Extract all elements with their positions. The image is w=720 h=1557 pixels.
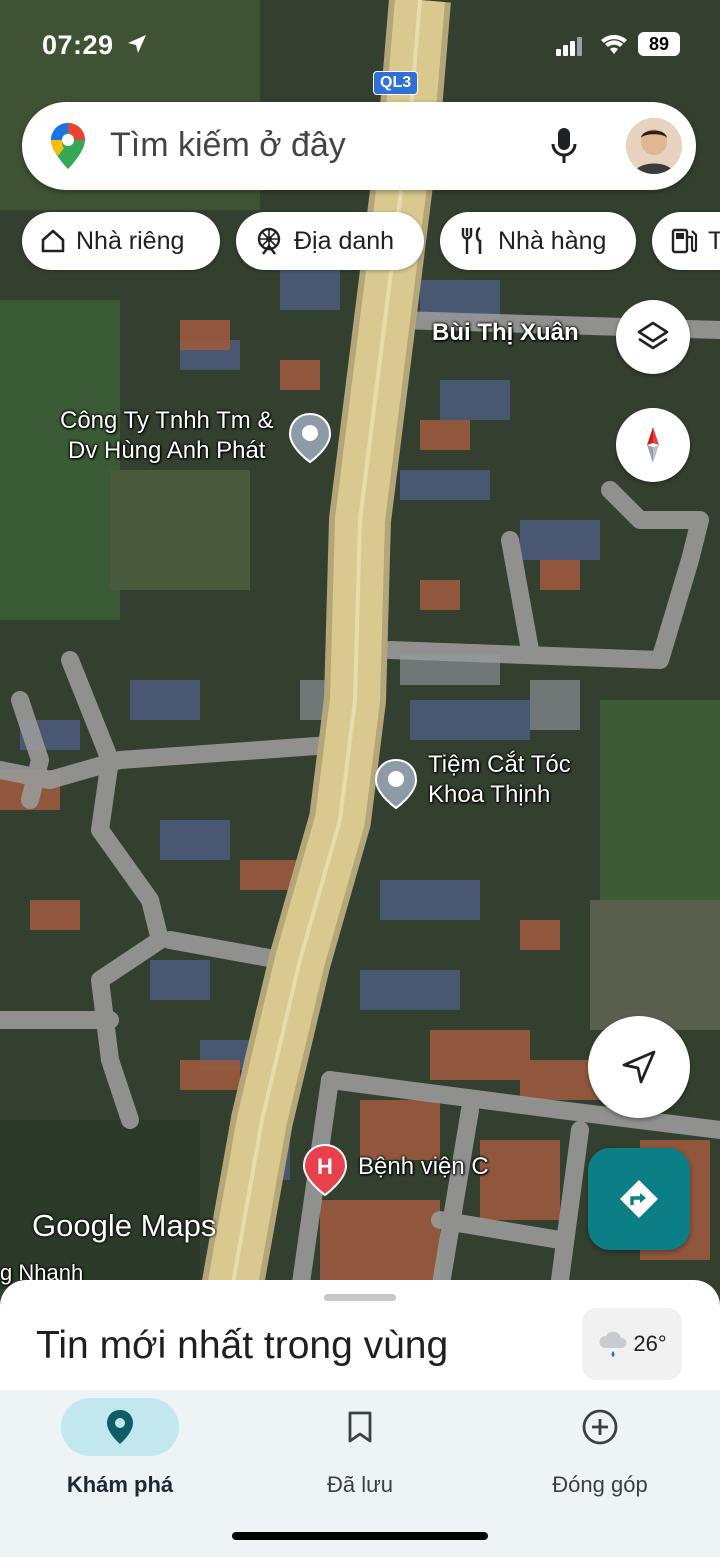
chip-landmark[interactable]: Địa danh xyxy=(236,212,424,270)
chip-label: Nhà hàng xyxy=(498,226,607,255)
add-circle-icon xyxy=(582,1409,618,1445)
chip-label: Địa danh xyxy=(294,226,395,255)
home-indicator[interactable] xyxy=(232,1532,488,1540)
sheet-drag-handle[interactable] xyxy=(324,1294,396,1301)
weather-chip[interactable]: 26° xyxy=(582,1308,682,1380)
navigation-arrow-icon xyxy=(622,1050,656,1084)
gas-station-icon xyxy=(671,228,698,254)
svg-text:H: H xyxy=(317,1154,333,1179)
cellular-signal-icon xyxy=(556,36,584,61)
weather-temperature: 26° xyxy=(633,1331,667,1356)
road-label-bui-thi-xuan: Bùi Thị Xuân xyxy=(432,319,579,346)
location-arrow-icon xyxy=(126,33,148,60)
place-name-line2: Dv Hùng Anh Phát xyxy=(68,437,266,464)
place-label-tiem-cat-toc[interactable]: Tiệm Cắt Tóc Khoa Thịnh xyxy=(428,750,571,810)
bottom-sheet[interactable]: Tin mới nhất trong vùng 26° xyxy=(0,1280,720,1390)
chip-label: Nhà riêng xyxy=(76,226,185,255)
layers-button[interactable] xyxy=(616,300,690,374)
chip-home[interactable]: Nhà riêng xyxy=(22,212,220,270)
directions-icon xyxy=(620,1180,658,1218)
tab-icon-container xyxy=(541,1398,659,1456)
avatar[interactable] xyxy=(626,118,682,174)
sheet-title: Tin mới nhất trong vùng xyxy=(36,1324,449,1367)
place-label-benh-vien-c[interactable]: Bệnh viện C xyxy=(358,1152,489,1182)
tab-label: Khám phá xyxy=(66,1472,174,1497)
my-location-button[interactable] xyxy=(588,1016,690,1118)
tab-contribute[interactable]: Đóng góp xyxy=(510,1398,690,1498)
tab-saved[interactable]: Đã lưu xyxy=(270,1398,450,1498)
tab-label: Đóng góp xyxy=(552,1472,648,1497)
search-input[interactable]: Tìm kiếm ở đây xyxy=(110,126,346,165)
chip-restaurant[interactable]: Nhà hàng xyxy=(440,212,636,270)
restaurant-icon xyxy=(461,226,482,254)
chip-label: Trạm xăng xyxy=(708,226,720,255)
home-icon xyxy=(41,229,65,253)
directions-button[interactable] xyxy=(588,1148,690,1250)
tab-explore[interactable]: Khám phá xyxy=(30,1398,210,1498)
place-name-line1: Công Ty Tnhh Tm & xyxy=(60,407,274,434)
status-bar: 07:29 89 xyxy=(0,0,720,92)
microphone-icon[interactable] xyxy=(550,126,578,171)
google-maps-logo-icon xyxy=(50,122,86,175)
explore-pin-icon xyxy=(107,1410,133,1444)
search-bar[interactable]: Tìm kiếm ở đây xyxy=(22,102,696,190)
tab-label: Đã lưu xyxy=(326,1472,394,1497)
chip-gas-station[interactable]: Trạm xăng xyxy=(652,212,720,270)
wifi-icon xyxy=(600,34,628,61)
layers-icon xyxy=(637,321,669,350)
rain-cloud-icon xyxy=(599,1331,627,1357)
google-maps-watermark: Google Maps xyxy=(32,1208,217,1243)
tab-icon-container xyxy=(301,1398,419,1456)
place-label-hung-anh-phat[interactable]: Công Ty Tnhh Tm & Dv Hùng Anh Phát xyxy=(60,406,273,466)
compass-button[interactable] xyxy=(616,408,690,482)
landmark-icon xyxy=(257,227,281,255)
tab-icon-container xyxy=(61,1398,179,1456)
status-time: 07:29 xyxy=(42,30,114,60)
place-name-line2: Khoa Thịnh xyxy=(428,781,551,808)
compass-icon xyxy=(647,427,659,463)
battery-indicator: 89 xyxy=(638,32,680,56)
bookmark-icon xyxy=(348,1411,372,1443)
place-name-line1: Tiệm Cắt Tóc xyxy=(428,751,571,778)
